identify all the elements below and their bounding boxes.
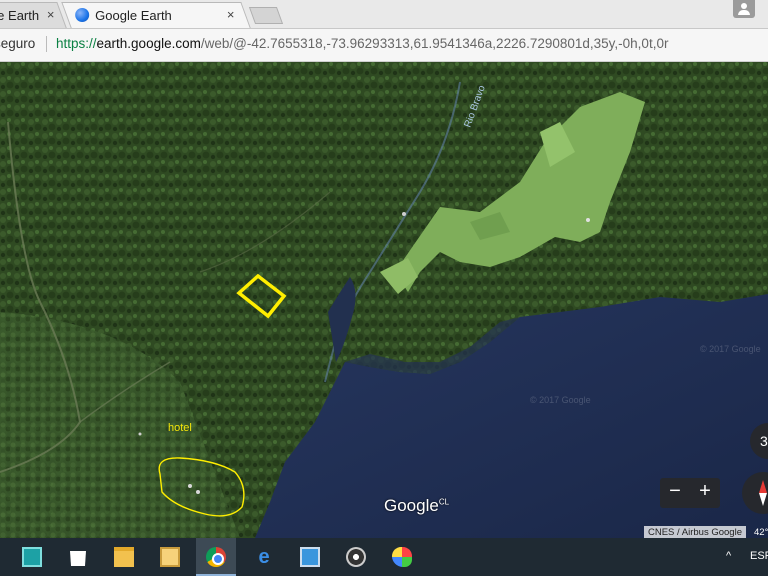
tab-title: e Earth: [0, 8, 40, 23]
profile-icon[interactable]: [733, 0, 755, 18]
attribution-extra: 42°: [754, 527, 768, 538]
security-label[interactable]: seguro: [0, 32, 35, 56]
taskbar-paint-button[interactable]: [382, 538, 422, 576]
google-earth-favicon-icon: [75, 8, 90, 22]
taskbar-file-explorer-button[interactable]: [104, 538, 144, 576]
imagery-watermark: © 2017 Google: [530, 395, 591, 405]
tab-close-icon[interactable]: ×: [47, 7, 55, 22]
taskbar-edge-button[interactable]: e: [244, 538, 284, 576]
address-bar[interactable]: seguro https://earth.google.com/web/@-42…: [0, 32, 768, 56]
taskbar-app-button[interactable]: [12, 538, 52, 576]
imagery-watermark: © 2017 Google: [700, 344, 761, 354]
satellite-imagery: Rio Bravo: [0, 62, 768, 538]
file-manager-icon: [160, 547, 180, 567]
language-indicator[interactable]: ESP: [750, 550, 768, 562]
tab-google-earth[interactable]: Google Earth ×: [61, 2, 251, 28]
imagery-attribution: CNES / Airbus Google: [644, 526, 746, 538]
zoom-control: − +: [660, 478, 720, 508]
url-text[interactable]: https://earth.google.com/web/@-42.765531…: [56, 32, 668, 56]
taskbar-store-button[interactable]: [58, 538, 98, 576]
windows-taskbar: e ^ ESP: [0, 538, 768, 576]
hotel-label: hotel: [168, 422, 192, 434]
browser-toolbar: seguro https://earth.google.com/web/@-42…: [0, 29, 768, 62]
google-logo: GoogleCL: [384, 496, 450, 515]
media-player-icon: [346, 547, 366, 567]
paint-icon: [392, 547, 412, 567]
tray-chevron-icon[interactable]: ^: [726, 550, 731, 562]
zoom-out-button[interactable]: −: [660, 480, 690, 503]
url-host: earth.google.com: [96, 36, 201, 51]
address-divider: [46, 36, 47, 52]
compass-north-needle: [759, 480, 767, 493]
new-tab-button[interactable]: [248, 7, 284, 24]
tilt-label: 3: [760, 433, 768, 449]
taskbar-file-manager-button[interactable]: [150, 538, 190, 576]
taskbar-chrome-button[interactable]: [196, 538, 236, 576]
store-icon: [70, 551, 86, 566]
compass-south-needle: [759, 493, 767, 506]
tab-title: Google Earth: [95, 8, 172, 23]
url-path: /web/@-42.7655318,-73.96293313,61.954134…: [200, 36, 669, 51]
tab-close-icon[interactable]: ×: [227, 7, 235, 22]
tab-earth-previous[interactable]: e Earth ×: [0, 2, 67, 28]
taskbar-contacts-button[interactable]: [290, 538, 330, 576]
contacts-icon: [300, 547, 320, 567]
earth-map-viewport[interactable]: Rio Bravo hotel © 2017 Google © 2017 Goo…: [0, 62, 768, 538]
url-protocol: https://: [56, 36, 97, 51]
file-explorer-icon: [114, 547, 134, 567]
taskbar-media-player-button[interactable]: [336, 538, 376, 576]
tab-strip: e Earth × Google Earth ×: [0, 0, 768, 29]
app-icon: [22, 547, 42, 567]
zoom-in-button[interactable]: +: [690, 480, 720, 503]
edge-icon: e: [258, 546, 270, 568]
